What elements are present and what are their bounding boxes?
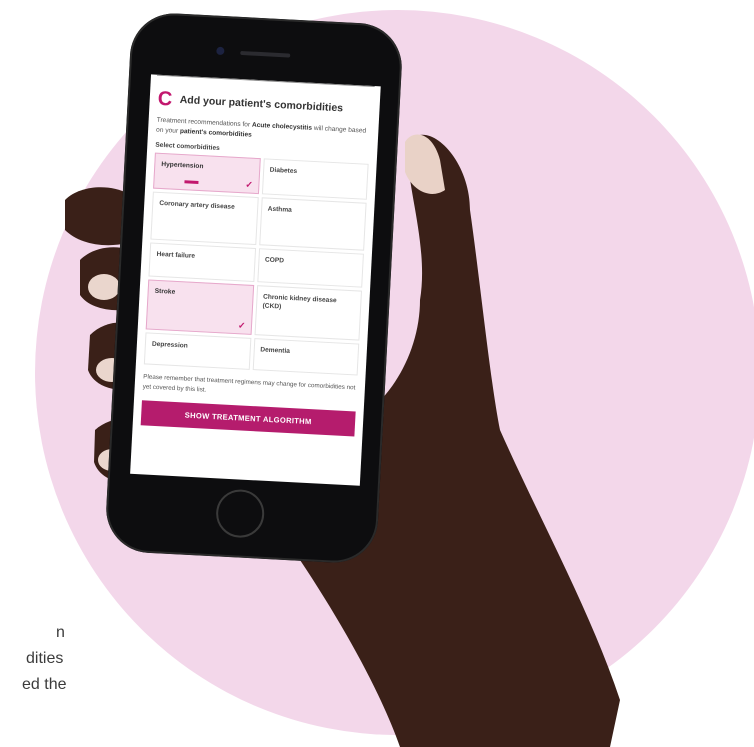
selection-indicator xyxy=(184,180,199,184)
comorbidity-option-ckd[interactable]: Chronic kidney disease (CKD) xyxy=(254,285,363,341)
front-camera xyxy=(216,46,225,56)
comorbidity-option-hypertension[interactable]: Hypertension ✓ xyxy=(153,152,261,195)
comorbidities-grid: Hypertension ✓ Diabetes Coronary artery … xyxy=(136,152,377,376)
comorbidity-label: Dementia xyxy=(260,346,291,355)
comorbidity-option-asthma[interactable]: Asthma xyxy=(258,197,367,251)
phone-screen: C Add your patient's comorbidities Treat… xyxy=(130,74,381,486)
comorbidity-label: Chronic kidney disease (CKD) xyxy=(262,293,337,311)
show-treatment-algorithm-button[interactable]: SHOW TREATMENT ALGORITHM xyxy=(140,400,356,437)
comorbidity-label: Stroke xyxy=(154,287,176,296)
c-logo-icon: C xyxy=(157,87,173,111)
comorbidity-label: Depression xyxy=(151,340,188,350)
comorbidity-option-depression[interactable]: Depression xyxy=(143,332,251,370)
check-icon: ✓ xyxy=(237,320,246,331)
screen-title: Add your patient's comorbidities xyxy=(179,93,344,115)
home-button[interactable] xyxy=(214,488,266,539)
description-suffix: patient's comorbidities xyxy=(179,127,252,139)
description-condition: Acute cholecystitis xyxy=(251,121,313,132)
comorbidity-label: COPD xyxy=(264,256,285,265)
comorbidity-option-coronary-artery-disease[interactable]: Coronary artery disease xyxy=(150,191,259,246)
phone-device: C Add your patient's comorbidities Treat… xyxy=(104,11,404,565)
comorbidity-label: Heart failure xyxy=(156,250,196,260)
comorbidity-option-heart-failure[interactable]: Heart failure xyxy=(148,242,256,282)
check-icon: ✓ xyxy=(245,179,254,190)
comorbidity-label: Asthma xyxy=(267,205,292,214)
comorbidity-option-stroke[interactable]: Stroke ✓ xyxy=(145,279,254,335)
comorbidity-label: Hypertension xyxy=(161,160,204,171)
comorbidity-label: Coronary artery disease xyxy=(159,199,235,211)
speaker-grille xyxy=(240,50,291,58)
comorbidity-option-diabetes[interactable]: Diabetes xyxy=(261,158,369,200)
comorbidity-label: Diabetes xyxy=(269,166,298,176)
comorbidity-option-copd[interactable]: COPD xyxy=(256,248,364,288)
comorbidity-option-dementia[interactable]: Dementia xyxy=(252,338,360,376)
